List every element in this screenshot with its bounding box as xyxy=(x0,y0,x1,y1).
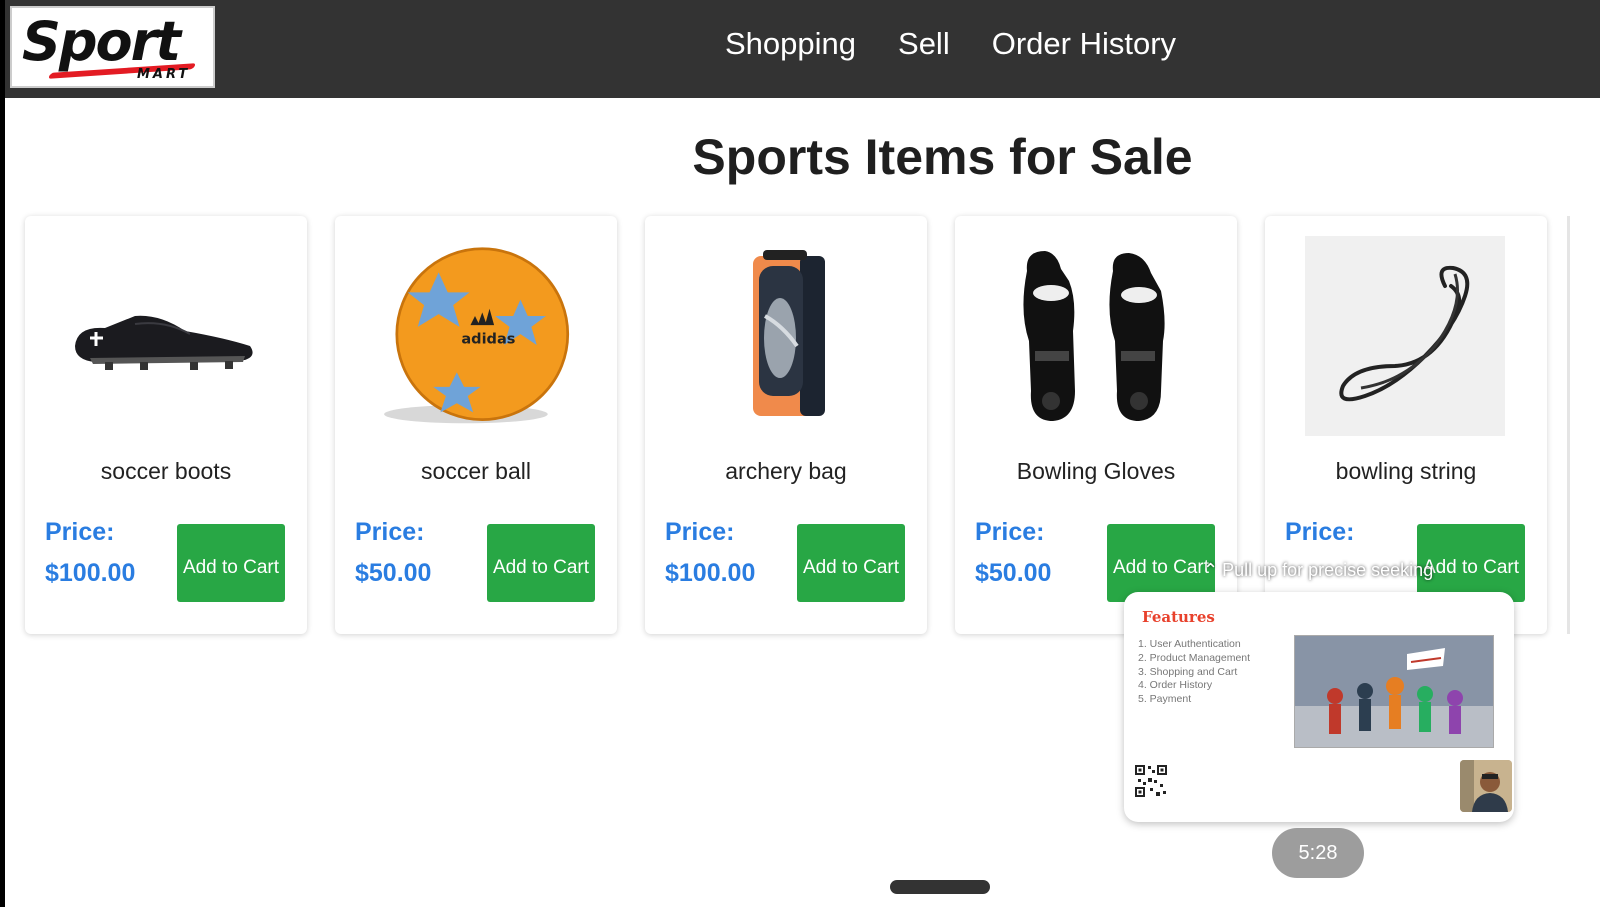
next-card-edge xyxy=(1567,216,1570,634)
feature-item: 3. Shopping and Cart xyxy=(1138,665,1238,678)
sports-collage-image xyxy=(1294,635,1494,748)
nav-sell[interactable]: Sell xyxy=(898,26,950,62)
nav-order-history[interactable]: Order History xyxy=(992,26,1176,62)
feature-list: 1. User Authentication 2. Product Manage… xyxy=(1138,638,1250,707)
nav-links: Shopping Sell Order History xyxy=(725,26,1176,62)
shoe-icon xyxy=(65,236,265,436)
page-title: Sports Items for Sale xyxy=(692,129,1193,185)
seek-hint-text: Pull up for precise seeking xyxy=(1222,560,1434,580)
product-card: archery bag Price: $100.00 Add to Cart xyxy=(645,216,927,634)
navbar: Sport MART Shopping Sell Order History xyxy=(5,0,1600,98)
add-to-cart-button[interactable]: Add to Cart xyxy=(1107,524,1215,602)
price-label: Price: xyxy=(45,518,115,546)
price-value: $100.00 xyxy=(45,559,136,587)
price-label: Price: xyxy=(665,518,735,546)
chevron-up-icon: ⌃ xyxy=(1203,560,1219,580)
qr-code-icon xyxy=(1134,764,1168,798)
feature-item: 1. User Authentication xyxy=(1138,638,1241,650)
logo-main-text: Sport xyxy=(22,10,181,73)
product-name: Bowling Gloves xyxy=(1016,458,1176,484)
presenter-webcam xyxy=(1460,760,1512,812)
string-icon xyxy=(1305,236,1505,436)
nav-shopping[interactable]: Shopping xyxy=(725,26,856,62)
home-indicator xyxy=(890,880,990,894)
price-label: Price: xyxy=(975,518,1045,546)
seek-preview-thumbnail[interactable]: Features 1. User Authentication 2. Produ… xyxy=(1124,592,1514,822)
price-value: $50.00 xyxy=(975,559,1052,587)
feature-item: 5. Payment xyxy=(1138,693,1192,706)
add-to-cart-button[interactable]: Add to Cart xyxy=(797,524,905,602)
sport-mart-logo[interactable]: Sport MART xyxy=(10,6,215,88)
product-name: soccer boots xyxy=(100,458,232,484)
svg-text:adidas: adidas xyxy=(461,331,515,347)
product-name: bowling string xyxy=(1335,458,1477,484)
add-to-cart-button[interactable]: Add to Cart xyxy=(487,524,595,602)
feature-item: 2. Product Management xyxy=(1138,651,1251,664)
logo-sub-text: MART xyxy=(137,67,191,82)
product-name: soccer ball xyxy=(421,458,531,484)
seek-hint: ⌃ Pull up for precise seeking xyxy=(1203,560,1433,581)
preview-title: Features xyxy=(1142,608,1215,626)
price-value: $50.00 xyxy=(355,559,432,587)
soccer-ball-icon: adidas xyxy=(375,236,575,436)
price-value: $100.00 xyxy=(665,559,756,587)
timestamp-badge: 5:28 xyxy=(1272,828,1364,878)
price-label: Price: xyxy=(1285,518,1355,546)
product-card: soccer boots Price: $100.00 Add to Cart xyxy=(25,216,307,634)
price-label: Price: xyxy=(355,518,425,546)
gloves-icon xyxy=(995,236,1195,436)
feature-item: 4. Order History xyxy=(1138,679,1213,692)
bag-icon xyxy=(685,236,885,436)
product-card: Bowling Gloves Price: $50.00 Add to Cart xyxy=(955,216,1237,634)
add-to-cart-button[interactable]: Add to Cart xyxy=(177,524,285,602)
product-name: archery bag xyxy=(725,458,847,484)
product-card: adidas soccer ball Price: $50.00 Add to … xyxy=(335,216,617,634)
